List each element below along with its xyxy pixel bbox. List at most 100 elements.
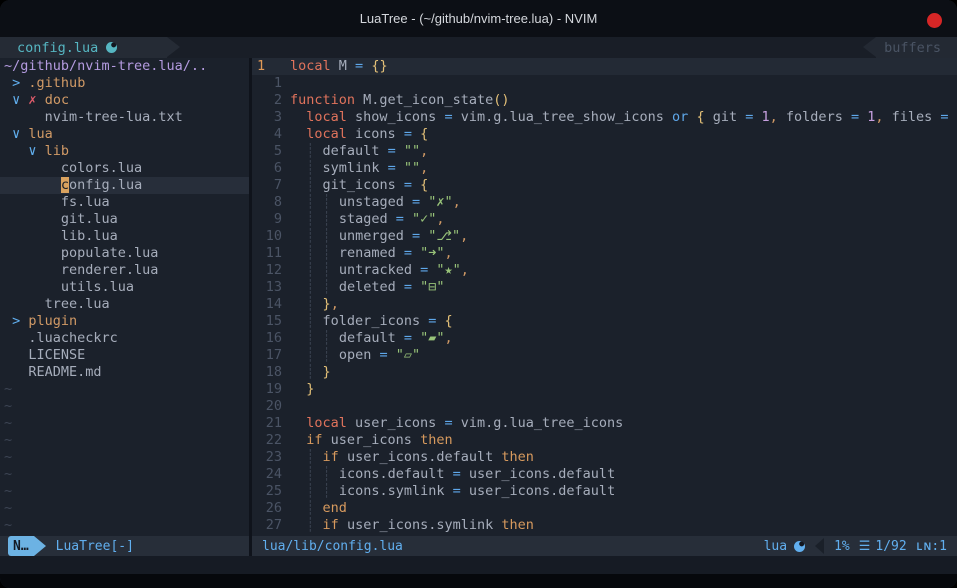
nvim-window: LuaTree - (~/github/nvim-tree.lua) - NVI… [0, 0, 957, 588]
line-number: 22 [252, 432, 290, 449]
code-line[interactable]: 13 ┊ ┊ deleted = "⊟" [252, 279, 957, 296]
code-line[interactable]: 2function M.get_icon_state() [252, 92, 957, 109]
empty-line-tilde: ~ [0, 483, 249, 500]
tree-item-lua[interactable]: ∨ lua [0, 126, 249, 143]
close-button[interactable] [927, 13, 942, 28]
tree-item-license[interactable]: LICENSE [0, 347, 249, 364]
code-text: local show_icons = vim.g.lua_tree_show_i… [290, 109, 957, 125]
mode-indicator: N… [8, 536, 34, 556]
tree-item-lib[interactable]: ∨ lib [0, 143, 249, 160]
code-line[interactable]: 8 ┊ ┊ unstaged = "✗", [252, 194, 957, 211]
code-text: local icons = { [290, 126, 428, 142]
tree-item-root[interactable]: ~/github/nvim-tree.lua/.. [0, 58, 249, 75]
line-number: 16 [252, 330, 290, 347]
code-line[interactable]: 24 ┊ ┊ icons.default = user_icons.defaul… [252, 466, 957, 483]
file-tree: ~/github/nvim-tree.lua/.. > .github ∨ ✗ … [0, 58, 249, 536]
code-line[interactable]: 14 ┊ }, [252, 296, 957, 313]
line-number: 24 [252, 466, 290, 483]
code-line[interactable]: 21 local user_icons = vim.g.lua_tree_ico… [252, 415, 957, 432]
line-number: 27 [252, 517, 290, 534]
code-line[interactable]: 18 ┊ } [252, 364, 957, 381]
code-line[interactable]: 9 ┊ ┊ staged = "✓", [252, 211, 957, 228]
line-number: 9 [252, 211, 290, 228]
code-line[interactable]: 4 local icons = { [252, 126, 957, 143]
line-number: 12 [252, 262, 290, 279]
statusline-tree: N… LuaTree[-] [0, 536, 249, 556]
command-line[interactable] [0, 556, 957, 574]
line-number: 6 [252, 160, 290, 177]
code-line[interactable]: 23 ┊ if user_icons.default then [252, 449, 957, 466]
code-line[interactable]: 27 ┊ if user_icons.symlink then [252, 517, 957, 534]
code-text: ┊ if user_icons.symlink then [290, 517, 534, 533]
code-text: local user_icons = vim.g.lua_tree_icons [290, 415, 623, 431]
code-line[interactable]: 5 ┊ default = "", [252, 143, 957, 160]
lua-moon-icon [106, 42, 117, 53]
line-number: 23 [252, 449, 290, 466]
line-number: 1 [252, 75, 290, 92]
code-line[interactable]: 20 [252, 398, 957, 415]
code-line[interactable]: 11 ┊ ┊ renamed = "➜", [252, 245, 957, 262]
code-line[interactable]: 1 [252, 75, 957, 92]
empty-line-tilde: ~ [0, 398, 249, 415]
line-number: 13 [252, 279, 290, 296]
statusline-percent: 1% [834, 539, 850, 554]
tree-item-doc[interactable]: ∨ ✗ doc [0, 92, 249, 109]
line-number: 15 [252, 313, 290, 330]
tree-item-nvim-tree-lua-txt[interactable]: nvim-tree-lua.txt [0, 109, 249, 126]
window-bottom-edge [0, 574, 957, 588]
line-number: 25 [252, 483, 290, 500]
tree-item-colors-lua[interactable]: colors.lua [0, 160, 249, 177]
titlebar: LuaTree - (~/github/nvim-tree.lua) - NVI… [0, 0, 957, 37]
line-number: 10 [252, 228, 290, 245]
code-line[interactable]: 25 ┊ ┊ icons.symlink = user_icons.defaul… [252, 483, 957, 500]
code-text: ┊ symlink = "", [290, 160, 428, 176]
tree-item-readme-md[interactable]: README.md [0, 364, 249, 381]
code-text: ┊ ┊ untracked = "★", [290, 262, 469, 278]
code-line[interactable]: 10 ┊ ┊ unmerged = "⎇", [252, 228, 957, 245]
code-line[interactable]: 26 ┊ end [252, 500, 957, 517]
tree-item-populate-lua[interactable]: populate.lua [0, 245, 249, 262]
code-line[interactable]: 7 ┊ git_icons = { [252, 177, 957, 194]
tree-item-git-lua[interactable]: git.lua [0, 211, 249, 228]
tree-item-tree-lua[interactable]: tree.lua [0, 296, 249, 313]
code-line[interactable]: 3 local show_icons = vim.g.lua_tree_show… [252, 109, 957, 126]
code-text: ┊ end [290, 500, 347, 516]
code-text: if user_icons then [290, 432, 453, 448]
code-line[interactable]: 16 ┊ ┊ default = "▰", [252, 330, 957, 347]
statusline-file: lua/lib/config.lua lua 1% ☰ 1/92 ʟɴ:1 [252, 536, 957, 556]
code-line[interactable]: 1local M = {} [252, 58, 957, 75]
tabline-spacer [180, 37, 863, 58]
statusline-filetype: lua [764, 539, 787, 554]
tree-item-dot-github[interactable]: > .github [0, 75, 249, 92]
code-text: ┊ default = "", [290, 143, 428, 159]
tree-item-config-lua[interactable]: config.lua [0, 177, 249, 194]
empty-line-tilde: ~ [0, 466, 249, 483]
tabline: config.lua buffers [0, 37, 957, 58]
line-number: 3 [252, 109, 290, 126]
tree-item-lib-lua[interactable]: lib.lua [0, 228, 249, 245]
code-line[interactable]: 6 ┊ symlink = "", [252, 160, 957, 177]
lua-moon-icon [794, 541, 805, 552]
line-number: 5 [252, 143, 290, 160]
code-text: function M.get_icon_state() [290, 92, 509, 108]
code-text: ┊ ┊ default = "▰", [290, 330, 453, 346]
line-number: 17 [252, 347, 290, 364]
code-line[interactable]: 22 if user_icons then [252, 432, 957, 449]
tree-item-fs-lua[interactable]: fs.lua [0, 194, 249, 211]
code-line[interactable]: 19 } [252, 381, 957, 398]
code-text: ┊ ┊ open = "▱" [290, 347, 420, 363]
buffers-tab[interactable]: buffers [876, 37, 957, 58]
tree-item-renderer-lua[interactable]: renderer.lua [0, 262, 249, 279]
code-text: local M = {} [290, 58, 388, 74]
tree-item-utils-lua[interactable]: utils.lua [0, 279, 249, 296]
code-line[interactable]: 17 ┊ ┊ open = "▱" [252, 347, 957, 364]
tab-config-lua[interactable]: config.lua [0, 37, 167, 58]
tree-item-luacheckrc[interactable]: .luacheckrc [0, 330, 249, 347]
line-number: 7 [252, 177, 290, 194]
code-line[interactable]: 12 ┊ ┊ untracked = "★", [252, 262, 957, 279]
line-number: 14 [252, 296, 290, 313]
code-line[interactable]: 15 ┊ folder_icons = { [252, 313, 957, 330]
powerline-chevron-icon [815, 538, 824, 554]
tree-item-plugin[interactable]: > plugin [0, 313, 249, 330]
empty-line-tilde: ~ [0, 432, 249, 449]
